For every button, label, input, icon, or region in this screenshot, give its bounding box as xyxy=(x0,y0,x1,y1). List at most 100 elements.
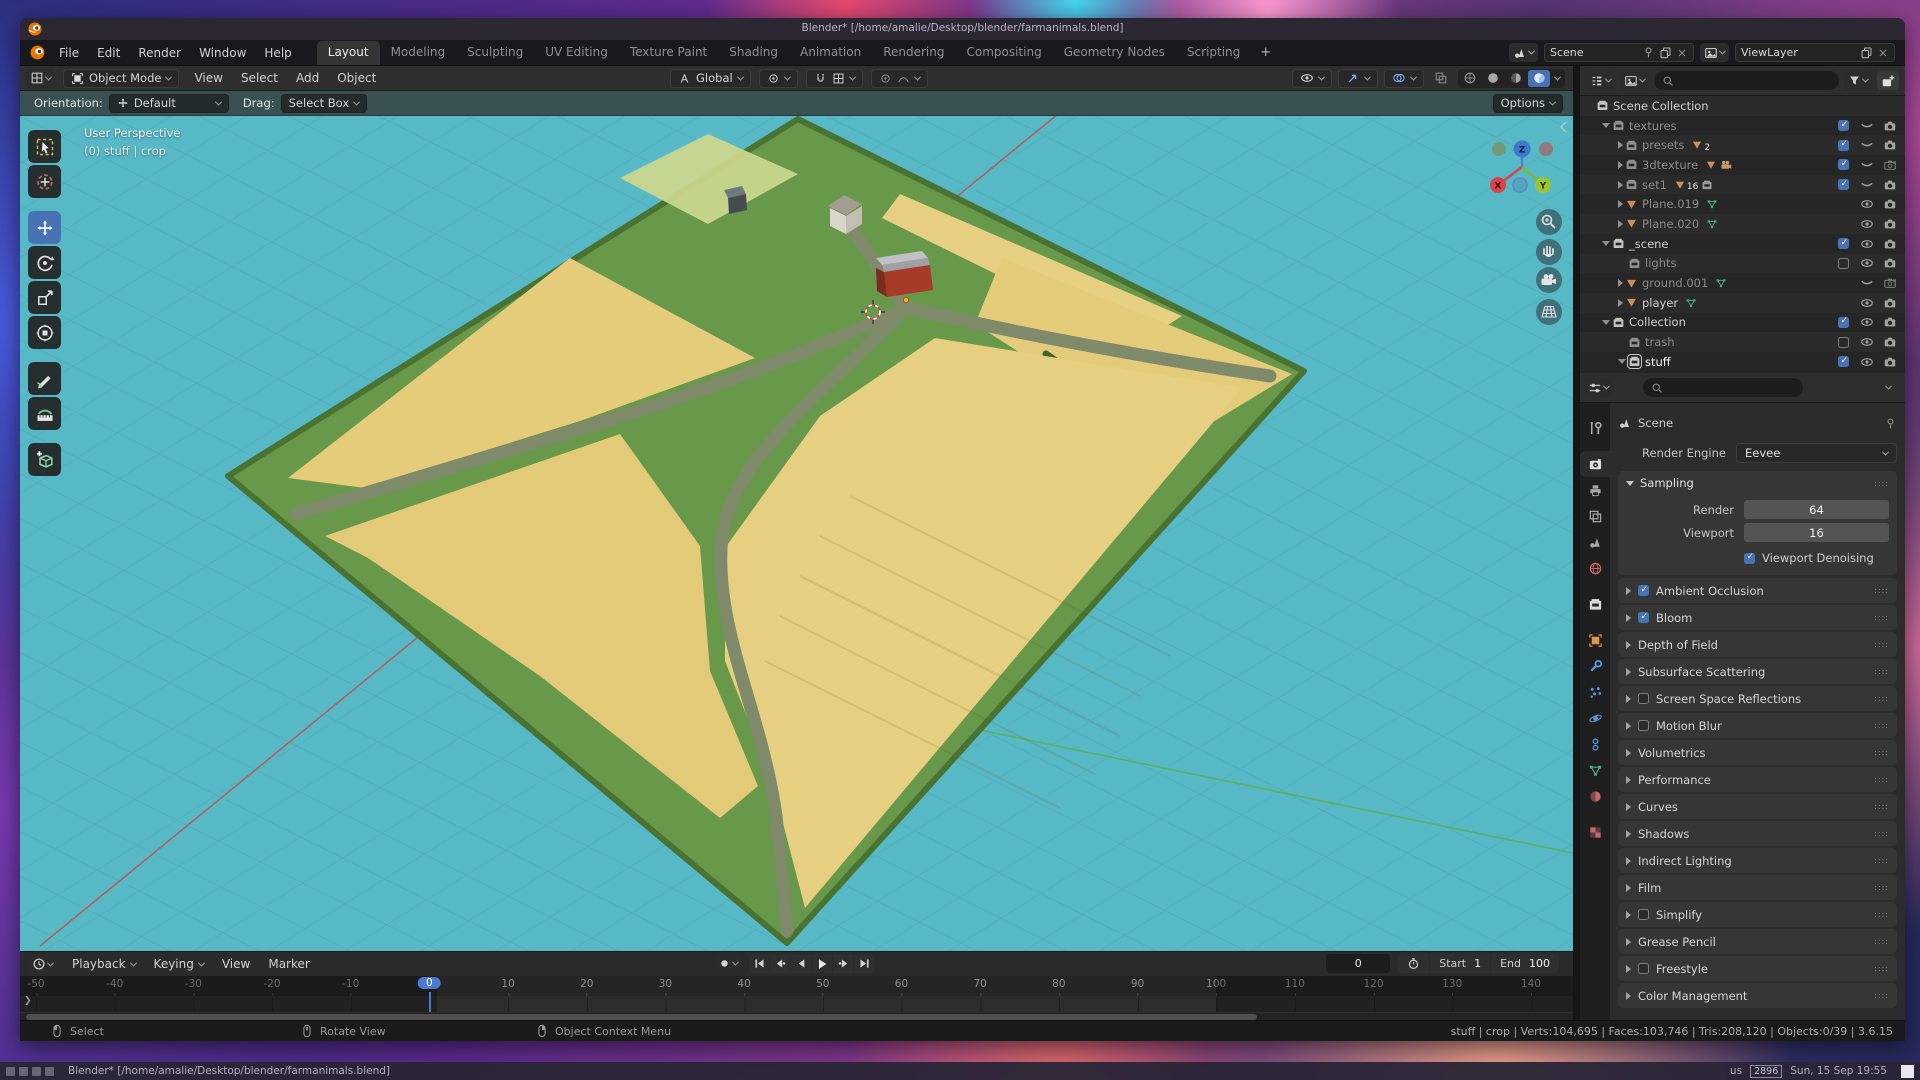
panel-expand-icon[interactable] xyxy=(1626,911,1631,919)
panel-grease-pencil[interactable]: Grease Pencil:::: xyxy=(1618,929,1897,954)
drag-handle-icon[interactable]: :::: xyxy=(1874,829,1889,838)
tab-collection[interactable] xyxy=(1580,591,1610,617)
workspace-tab-layout[interactable]: Layout xyxy=(317,41,380,65)
panel-expand-icon[interactable] xyxy=(1626,641,1631,649)
outliner-filter-button[interactable] xyxy=(1844,71,1872,90)
check-toggle[interactable] xyxy=(1832,355,1855,369)
prev-keyframe-button[interactable] xyxy=(770,955,790,973)
cam-toggle[interactable] xyxy=(1878,355,1901,369)
viewport-menu-view[interactable]: View xyxy=(185,66,231,90)
timeline-menu-view[interactable]: View xyxy=(213,952,259,976)
workspace-tab-texture-paint[interactable]: Texture Paint xyxy=(619,41,718,65)
camera-view-button[interactable] xyxy=(1536,267,1562,293)
expander-icon[interactable] xyxy=(1618,181,1623,189)
bloom-checkbox[interactable] xyxy=(1638,612,1649,623)
axis-neg-x-ball[interactable] xyxy=(1539,142,1553,156)
expander-icon[interactable] xyxy=(1602,241,1610,246)
ambient-occlusion-checkbox[interactable] xyxy=(1638,585,1649,596)
tab-object-data[interactable] xyxy=(1580,757,1610,783)
show-desktop-button[interactable] xyxy=(1901,1065,1914,1078)
timeline-menu-playback[interactable]: Playback xyxy=(63,952,145,976)
blender-menu-icon[interactable] xyxy=(29,44,46,61)
drag-handle-icon[interactable]: :::: xyxy=(1874,883,1889,892)
frame-start-field[interactable]: Start1 xyxy=(1430,954,1490,973)
eyec-toggle[interactable] xyxy=(1855,119,1878,133)
viewport-canvas[interactable]: Z X Y xyxy=(20,116,1573,951)
panel-freestyle[interactable]: Freestyle:::: xyxy=(1618,956,1897,981)
farm-barn[interactable] xyxy=(876,251,933,297)
timeline-tick-0[interactable]: 0 xyxy=(418,977,441,989)
pivot-point-dropdown[interactable] xyxy=(759,69,798,88)
eye-toggle[interactable] xyxy=(1855,355,1878,369)
annotate-tool[interactable] xyxy=(28,362,61,395)
taskbar-window-button[interactable]: Blender* [/home/amalie/Desktop/blender/f… xyxy=(68,1065,390,1077)
frame-end-field[interactable]: End100 xyxy=(1491,954,1559,973)
expander-icon[interactable] xyxy=(1618,141,1623,149)
exclude-checkbox[interactable] xyxy=(1838,258,1849,269)
use-preview-range-button[interactable] xyxy=(1398,954,1429,973)
workspace-tab-uv-editing[interactable]: UV Editing xyxy=(534,41,619,65)
expander-icon[interactable] xyxy=(1618,161,1623,169)
scale-tool[interactable] xyxy=(28,281,61,314)
measure-tool[interactable] xyxy=(28,397,61,430)
viewport-menu-select[interactable]: Select xyxy=(232,66,287,90)
outliner-row-scene[interactable]: _scene xyxy=(1580,234,1905,254)
tab-particles[interactable] xyxy=(1580,679,1610,705)
outliner-search-input[interactable] xyxy=(1654,71,1839,90)
panel-film[interactable]: Film:::: xyxy=(1618,875,1897,900)
check-toggle[interactable] xyxy=(1832,158,1855,172)
tab-physics[interactable] xyxy=(1580,705,1610,731)
tab-object[interactable] xyxy=(1580,627,1610,653)
outliner-row-collection[interactable]: Collection xyxy=(1580,313,1905,333)
panel-bloom[interactable]: Bloom:::: xyxy=(1618,605,1897,630)
tab-render[interactable] xyxy=(1580,451,1610,477)
workspace-tab-rendering[interactable]: Rendering xyxy=(872,41,955,65)
expander-icon[interactable] xyxy=(1618,200,1623,208)
viewport-denoising-checkbox[interactable] xyxy=(1744,553,1755,564)
eyec-toggle[interactable] xyxy=(1855,138,1878,152)
panel-shadows[interactable]: Shadows:::: xyxy=(1618,821,1897,846)
outliner-row-plane-020[interactable]: Plane.020 xyxy=(1580,214,1905,234)
outliner-row-ground-001[interactable]: ground.001 xyxy=(1580,273,1905,293)
duplicate-scene-icon[interactable] xyxy=(1659,46,1672,59)
outliner-row-scene-collection[interactable]: Scene Collection xyxy=(1580,96,1905,116)
eyec-toggle[interactable] xyxy=(1855,178,1878,192)
proportional-edit-controls[interactable] xyxy=(871,69,928,88)
taskbar-badge[interactable]: 2896 xyxy=(1750,1065,1782,1078)
panel-color-management[interactable]: Color Management:::: xyxy=(1618,983,1897,1008)
drag-handle-icon[interactable]: :::: xyxy=(1874,721,1889,730)
cam-toggle[interactable] xyxy=(1878,178,1901,192)
tab-modifiers[interactable] xyxy=(1580,653,1610,679)
shading-rendered-button[interactable] xyxy=(1528,70,1550,87)
drag-handle-icon[interactable]: :::: xyxy=(1874,667,1889,676)
auto-keying-button[interactable] xyxy=(714,954,742,973)
panel-expand-icon[interactable] xyxy=(1626,749,1631,757)
cam-toggle[interactable] xyxy=(1878,315,1901,329)
shading-material-button[interactable] xyxy=(1505,70,1527,87)
pan-hand-button[interactable] xyxy=(1536,239,1562,265)
pin-icon[interactable] xyxy=(1884,417,1897,430)
drag-handle-icon[interactable]: :::: xyxy=(1874,479,1889,488)
keyboard-layout-indicator[interactable]: us xyxy=(1730,1065,1742,1077)
drag-handle-icon[interactable]: :::: xyxy=(1874,775,1889,784)
rotate-tool[interactable] xyxy=(28,246,61,279)
cam-toggle[interactable] xyxy=(1878,335,1901,349)
tab-constraints[interactable] xyxy=(1580,731,1610,757)
panel-expand-icon[interactable] xyxy=(1626,992,1631,1000)
panel-motion-blur[interactable]: Motion Blur:::: xyxy=(1618,713,1897,738)
expander-icon[interactable] xyxy=(1618,279,1623,287)
eyec-toggle[interactable] xyxy=(1855,276,1878,290)
select-box-tool[interactable] xyxy=(28,130,61,163)
panel-expand-icon[interactable] xyxy=(1626,776,1631,784)
menu-window[interactable]: Window xyxy=(190,40,255,65)
exclude-checkbox[interactable] xyxy=(1838,159,1849,170)
motion-blur-checkbox[interactable] xyxy=(1638,720,1649,731)
menu-file[interactable]: File xyxy=(50,40,88,65)
transform-orientation-dropdown[interactable]: Global xyxy=(670,69,751,88)
panel-expand-icon[interactable] xyxy=(1626,857,1631,865)
tab-scene[interactable] xyxy=(1580,529,1610,555)
shading-solid-button[interactable] xyxy=(1482,70,1504,87)
render-engine-dropdown[interactable]: Eevee xyxy=(1736,443,1897,463)
workspace-tab-sculpting[interactable]: Sculpting xyxy=(456,41,534,65)
tab-world[interactable] xyxy=(1580,555,1610,581)
